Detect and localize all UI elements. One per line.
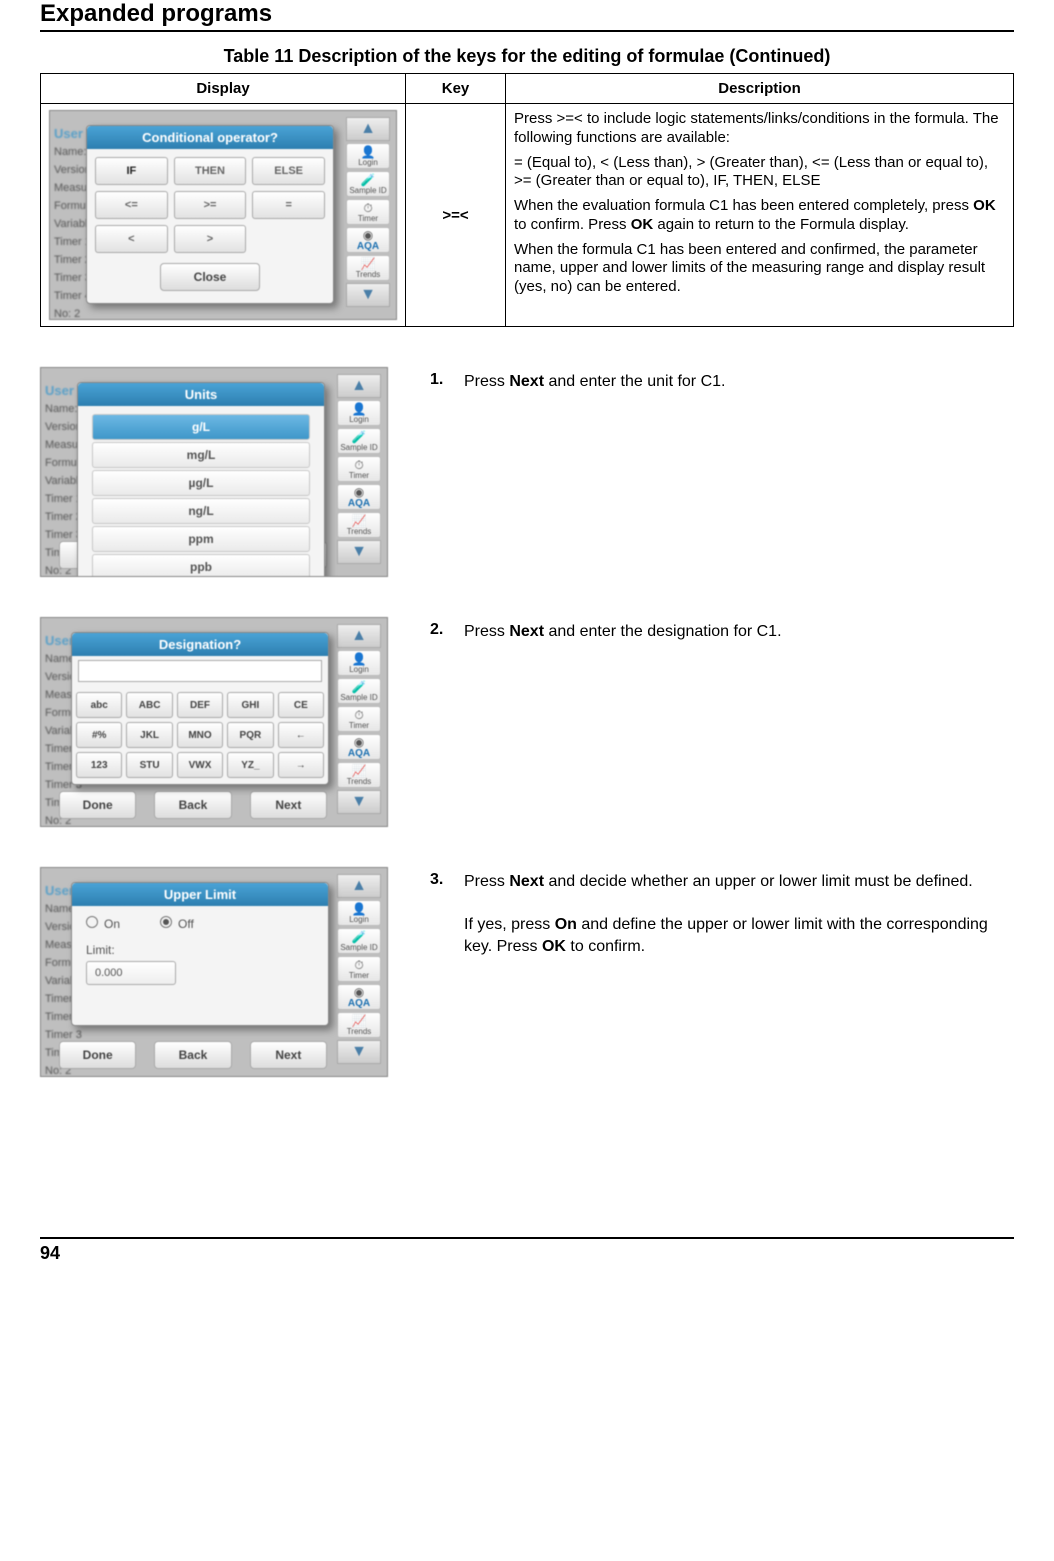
key-MNO[interactable]: MNO <box>177 722 223 748</box>
rail-login[interactable]: 👤Login <box>337 400 381 426</box>
op-eq[interactable]: = <box>252 191 325 219</box>
right-rail: ▲ 👤Login 🧪Sample ID ⏱Timer ◉AQA 📈Trends … <box>344 117 392 313</box>
done-button[interactable]: Done <box>59 791 136 819</box>
key-CE[interactable]: CE <box>278 692 324 718</box>
arrow-down-icon[interactable]: ▼ <box>337 790 381 814</box>
screenshot-upper-limit: User Name: Version Measu Formul Variabl … <box>40 867 388 1077</box>
close-button[interactable]: Close <box>160 263 260 291</box>
key-abc[interactable]: abc <box>76 692 122 718</box>
arrow-up-icon[interactable]: ▲ <box>337 374 381 398</box>
radio-on[interactable]: On <box>86 916 120 931</box>
modal-title: Units <box>78 383 324 406</box>
unit-item[interactable]: µg/L <box>92 470 310 496</box>
rail-sample[interactable]: 🧪Sample ID <box>337 678 381 704</box>
table-row: User Name: Version Measu Formul Variabl … <box>41 104 1014 327</box>
unit-item[interactable]: g/L <box>92 414 310 440</box>
upper-limit-modal: Upper Limit On Off Limit: 0.000 <box>71 882 329 1026</box>
units-modal: Units g/L mg/L µg/L ng/L ppm ppb <box>77 382 325 577</box>
limit-value[interactable]: 0.000 <box>86 961 176 985</box>
screenshot-conditional: User Name: Version Measu Formul Variabl … <box>49 110 397 320</box>
key-cell: >=< <box>406 104 506 327</box>
rail-trends[interactable]: 📈Trends <box>337 762 381 788</box>
rail-sample[interactable]: 🧪Sample ID <box>346 171 390 197</box>
rail-sample[interactable]: 🧪Sample ID <box>337 928 381 954</box>
unit-item[interactable]: ppm <box>92 526 310 552</box>
description-cell: Press >=< to include logic statements/li… <box>506 104 1014 327</box>
rail-timer[interactable]: ⏱Timer <box>337 956 381 982</box>
arrow-up-icon[interactable]: ▲ <box>346 117 390 141</box>
rail-timer[interactable]: ⏱Timer <box>346 199 390 225</box>
limit-label: Limit: <box>86 943 314 957</box>
conditional-modal: Conditional operator? IF THEN ELSE <= >=… <box>86 125 334 304</box>
op-gte[interactable]: >= <box>174 191 247 219</box>
back-button[interactable]: Back <box>154 1041 231 1069</box>
op-then[interactable]: THEN <box>174 157 247 185</box>
designation-input[interactable] <box>78 660 322 682</box>
step-number: 3. <box>430 871 450 957</box>
rail-login[interactable]: 👤Login <box>346 143 390 169</box>
screenshot-units: User Name: Version Measu Formul Variabl … <box>40 367 388 577</box>
key-ABC[interactable]: ABC <box>126 692 172 718</box>
key-JKL[interactable]: JKL <box>126 722 172 748</box>
key-STU[interactable]: STU <box>126 752 172 778</box>
op-else[interactable]: ELSE <box>252 157 325 185</box>
key-PQR[interactable]: PQR <box>227 722 273 748</box>
done-button[interactable]: Done <box>59 1041 136 1069</box>
unit-item[interactable]: ppb <box>92 554 310 577</box>
back-button[interactable]: Back <box>154 791 231 819</box>
op-lt[interactable]: < <box>95 225 168 253</box>
arrow-up-icon[interactable]: ▲ <box>337 624 381 648</box>
rail-timer[interactable]: ⏱Timer <box>337 456 381 482</box>
modal-title: Upper Limit <box>72 883 328 906</box>
op-lte[interactable]: <= <box>95 191 168 219</box>
arrow-down-icon[interactable]: ▼ <box>337 1040 381 1064</box>
key-GHI[interactable]: GHI <box>227 692 273 718</box>
arrow-down-icon[interactable]: ▼ <box>346 283 390 307</box>
step-body: Press Next and enter the designation for… <box>464 621 782 643</box>
rail-trends[interactable]: 📈Trends <box>337 1012 381 1038</box>
formula-keys-table: Display Key Description User Name: Versi… <box>40 73 1014 327</box>
modal-title: Conditional operator? <box>87 126 333 149</box>
key-VWX[interactable]: VWX <box>177 752 223 778</box>
unit-item[interactable]: ng/L <box>92 498 310 524</box>
table-caption: Table 11 Description of the keys for the… <box>40 46 1014 67</box>
rail-login[interactable]: 👤Login <box>337 650 381 676</box>
key-123[interactable]: 123 <box>76 752 122 778</box>
col-key: Key <box>406 74 506 104</box>
key-YZ[interactable]: YZ_ <box>227 752 273 778</box>
unit-item[interactable]: mg/L <box>92 442 310 468</box>
col-display: Display <box>41 74 406 104</box>
step-number: 2. <box>430 621 450 643</box>
rail-trends[interactable]: 📈Trends <box>346 255 390 281</box>
rail-login[interactable]: 👤Login <box>337 900 381 926</box>
rail-trends[interactable]: 📈Trends <box>337 512 381 538</box>
key-back-icon[interactable]: ← <box>278 722 324 748</box>
rail-timer[interactable]: ⏱Timer <box>337 706 381 732</box>
arrow-up-icon[interactable]: ▲ <box>337 874 381 898</box>
step-body: Press Next and enter the unit for C1. <box>464 371 725 393</box>
page-title: Expanded programs <box>40 0 1014 32</box>
page-number: 94 <box>40 1237 1014 1264</box>
key-sym[interactable]: #% <box>76 722 122 748</box>
next-button[interactable]: Next <box>250 791 327 819</box>
rail-aqa[interactable]: ◉AQA <box>337 984 381 1010</box>
key-DEF[interactable]: DEF <box>177 692 223 718</box>
arrow-down-icon[interactable]: ▼ <box>337 540 381 564</box>
step-body: Press Next and decide whether an upper o… <box>464 871 1014 957</box>
rail-aqa[interactable]: ◉AQA <box>337 484 381 510</box>
radio-off[interactable]: Off <box>160 916 194 931</box>
rail-aqa[interactable]: ◉AQA <box>346 227 390 253</box>
col-description: Description <box>506 74 1014 104</box>
next-button[interactable]: Next <box>250 1041 327 1069</box>
key-fwd-icon[interactable]: → <box>278 752 324 778</box>
rail-sample[interactable]: 🧪Sample ID <box>337 428 381 454</box>
op-if[interactable]: IF <box>95 157 168 185</box>
screenshot-designation: User Name: Version Measu Formul Variabl … <box>40 617 388 827</box>
rail-aqa[interactable]: ◉AQA <box>337 734 381 760</box>
step-number: 1. <box>430 371 450 393</box>
designation-modal: Designation? abc ABC DEF GHI CE #% JKL M… <box>71 632 329 785</box>
modal-title: Designation? <box>72 633 328 656</box>
op-gt[interactable]: > <box>174 225 247 253</box>
